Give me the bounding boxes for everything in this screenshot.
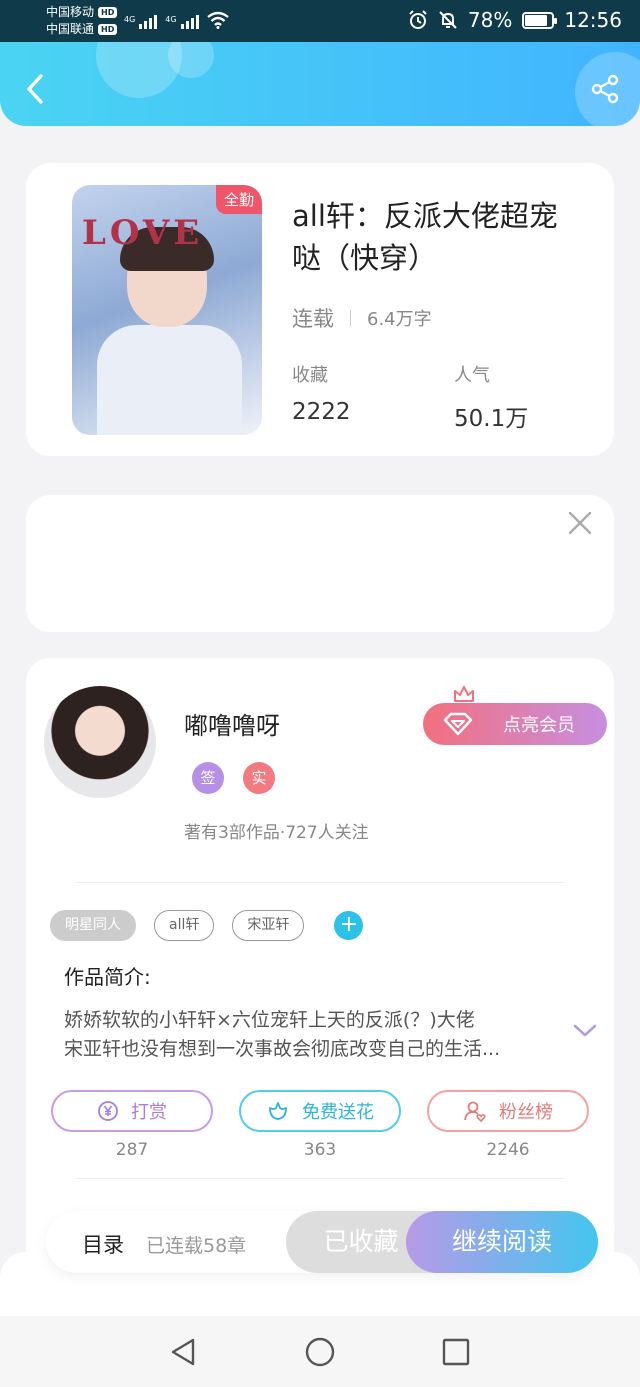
- author-stats: 著有3部作品·727人关注: [184, 823, 369, 843]
- tag-list: 明星同人 all轩 宋亚轩 +: [50, 910, 364, 941]
- popularity-value: 50.1万: [454, 406, 529, 432]
- divider: [76, 1178, 564, 1179]
- share-button[interactable]: [588, 72, 622, 106]
- chevron-left-icon: [27, 74, 43, 104]
- flower-count: 363: [303, 1140, 337, 1160]
- fans-count: 2246: [486, 1140, 530, 1160]
- popularity-stat: 人气 50.1万: [454, 361, 528, 433]
- author-name[interactable]: 嘟噜噜呀: [184, 706, 280, 741]
- popularity-label: 人气: [454, 365, 490, 386]
- nav-back-icon[interactable]: [167, 1336, 199, 1368]
- wifi-icon: [206, 11, 229, 29]
- system-nav-bar: [0, 1316, 640, 1387]
- carrier-info: 中国移动 HD 中国联通 HD: [46, 4, 118, 38]
- chevron-down-icon[interactable]: [571, 1018, 599, 1042]
- network-type: 4G: [124, 15, 136, 24]
- nav-home-icon[interactable]: [304, 1336, 336, 1368]
- verified-badge: 实: [243, 762, 275, 794]
- signed-badge: 签: [192, 762, 224, 794]
- clock: 12:56: [564, 8, 622, 32]
- battery-percent: 78%: [467, 8, 513, 32]
- meta-divider: [350, 310, 351, 326]
- ad-card: [26, 495, 614, 632]
- back-button[interactable]: [18, 72, 52, 106]
- share-icon: [591, 74, 619, 104]
- full-attendance-badge: 全勤: [215, 185, 262, 214]
- word-count: 6.4万字: [367, 309, 432, 330]
- intro-line: 娇娇软软的小轩轩×六位宠轩上天的反派(？)大佬: [64, 1009, 475, 1031]
- favorites-value: 2222: [292, 399, 351, 425]
- header: [0, 42, 640, 126]
- serial-status: 连载: [292, 307, 334, 331]
- intro-text: 娇娇软软的小轩轩×六位宠轩上天的反派(？)大佬 宋亚轩也没有想到一次事故会彻底改…: [64, 1006, 524, 1064]
- status-bar: 中国移动 HD 中国联通 HD 4G 4G 78% 12:56: [0, 0, 640, 42]
- signal-icon: 4G 4G: [124, 11, 229, 29]
- vip-button[interactable]: 点亮会员: [423, 703, 607, 745]
- tag-item[interactable]: 明星同人: [50, 910, 136, 941]
- hd-badge: HD: [98, 7, 118, 18]
- mute-bell-icon: [439, 11, 457, 29]
- nav-recent-icon[interactable]: [440, 1336, 472, 1368]
- intro-heading: 作品简介:: [64, 965, 151, 989]
- user-heart-icon: [464, 1101, 486, 1122]
- reading-action-bar: 目录 已连载58章 已收藏 继续阅读: [46, 1211, 598, 1273]
- intro-line: 宋亚轩也没有想到一次事故会彻底改变自己的生活...: [64, 1038, 501, 1060]
- battery-icon: [522, 11, 558, 29]
- divider: [76, 882, 564, 883]
- flower-icon: [269, 1102, 287, 1120]
- tag-item[interactable]: all轩: [154, 910, 215, 941]
- yen-coin-icon: [98, 1101, 118, 1121]
- fan-ranking-label: 粉丝榜: [499, 1102, 553, 1123]
- send-flower-label: 免费送花: [302, 1102, 374, 1123]
- carrier-1: 中国移动: [46, 5, 95, 19]
- author-avatar[interactable]: [44, 686, 156, 798]
- tip-count: 287: [115, 1140, 149, 1160]
- diamond-icon: [443, 712, 473, 736]
- vip-button-label: 点亮会员: [503, 715, 575, 736]
- network-type: 4G: [165, 15, 177, 24]
- favorites-label: 收藏: [292, 365, 328, 386]
- cover-title-art: LOVE: [82, 213, 204, 253]
- fan-ranking-button[interactable]: 粉丝榜: [427, 1090, 589, 1132]
- hd-badge: HD: [98, 24, 118, 35]
- tag-item[interactable]: 宋亚轩: [232, 910, 305, 941]
- toc-button[interactable]: 目录: [82, 1229, 124, 1259]
- tip-label: 打赏: [131, 1102, 167, 1123]
- continue-reading-button[interactable]: 继续阅读: [406, 1211, 598, 1273]
- chapter-progress: 已连载58章: [146, 1235, 247, 1257]
- close-icon[interactable]: [566, 509, 594, 537]
- carrier-2: 中国联通: [46, 22, 95, 36]
- add-tag-button[interactable]: +: [334, 911, 364, 940]
- crown-icon: [454, 686, 474, 702]
- send-flower-button[interactable]: 免费送花: [239, 1090, 401, 1132]
- alarm-icon: [409, 10, 427, 29]
- book-cover[interactable]: LOVE 全勤: [72, 185, 262, 435]
- tip-button[interactable]: 打赏: [51, 1090, 213, 1132]
- favorites-stat: 收藏 2222: [292, 361, 351, 425]
- book-info-card: LOVE 全勤 all轩：反派大佬超宠哒（快穿） 连载 6.4万字 收藏 222…: [26, 163, 614, 456]
- book-title: all轩：反派大佬超宠哒（快穿）: [292, 199, 558, 275]
